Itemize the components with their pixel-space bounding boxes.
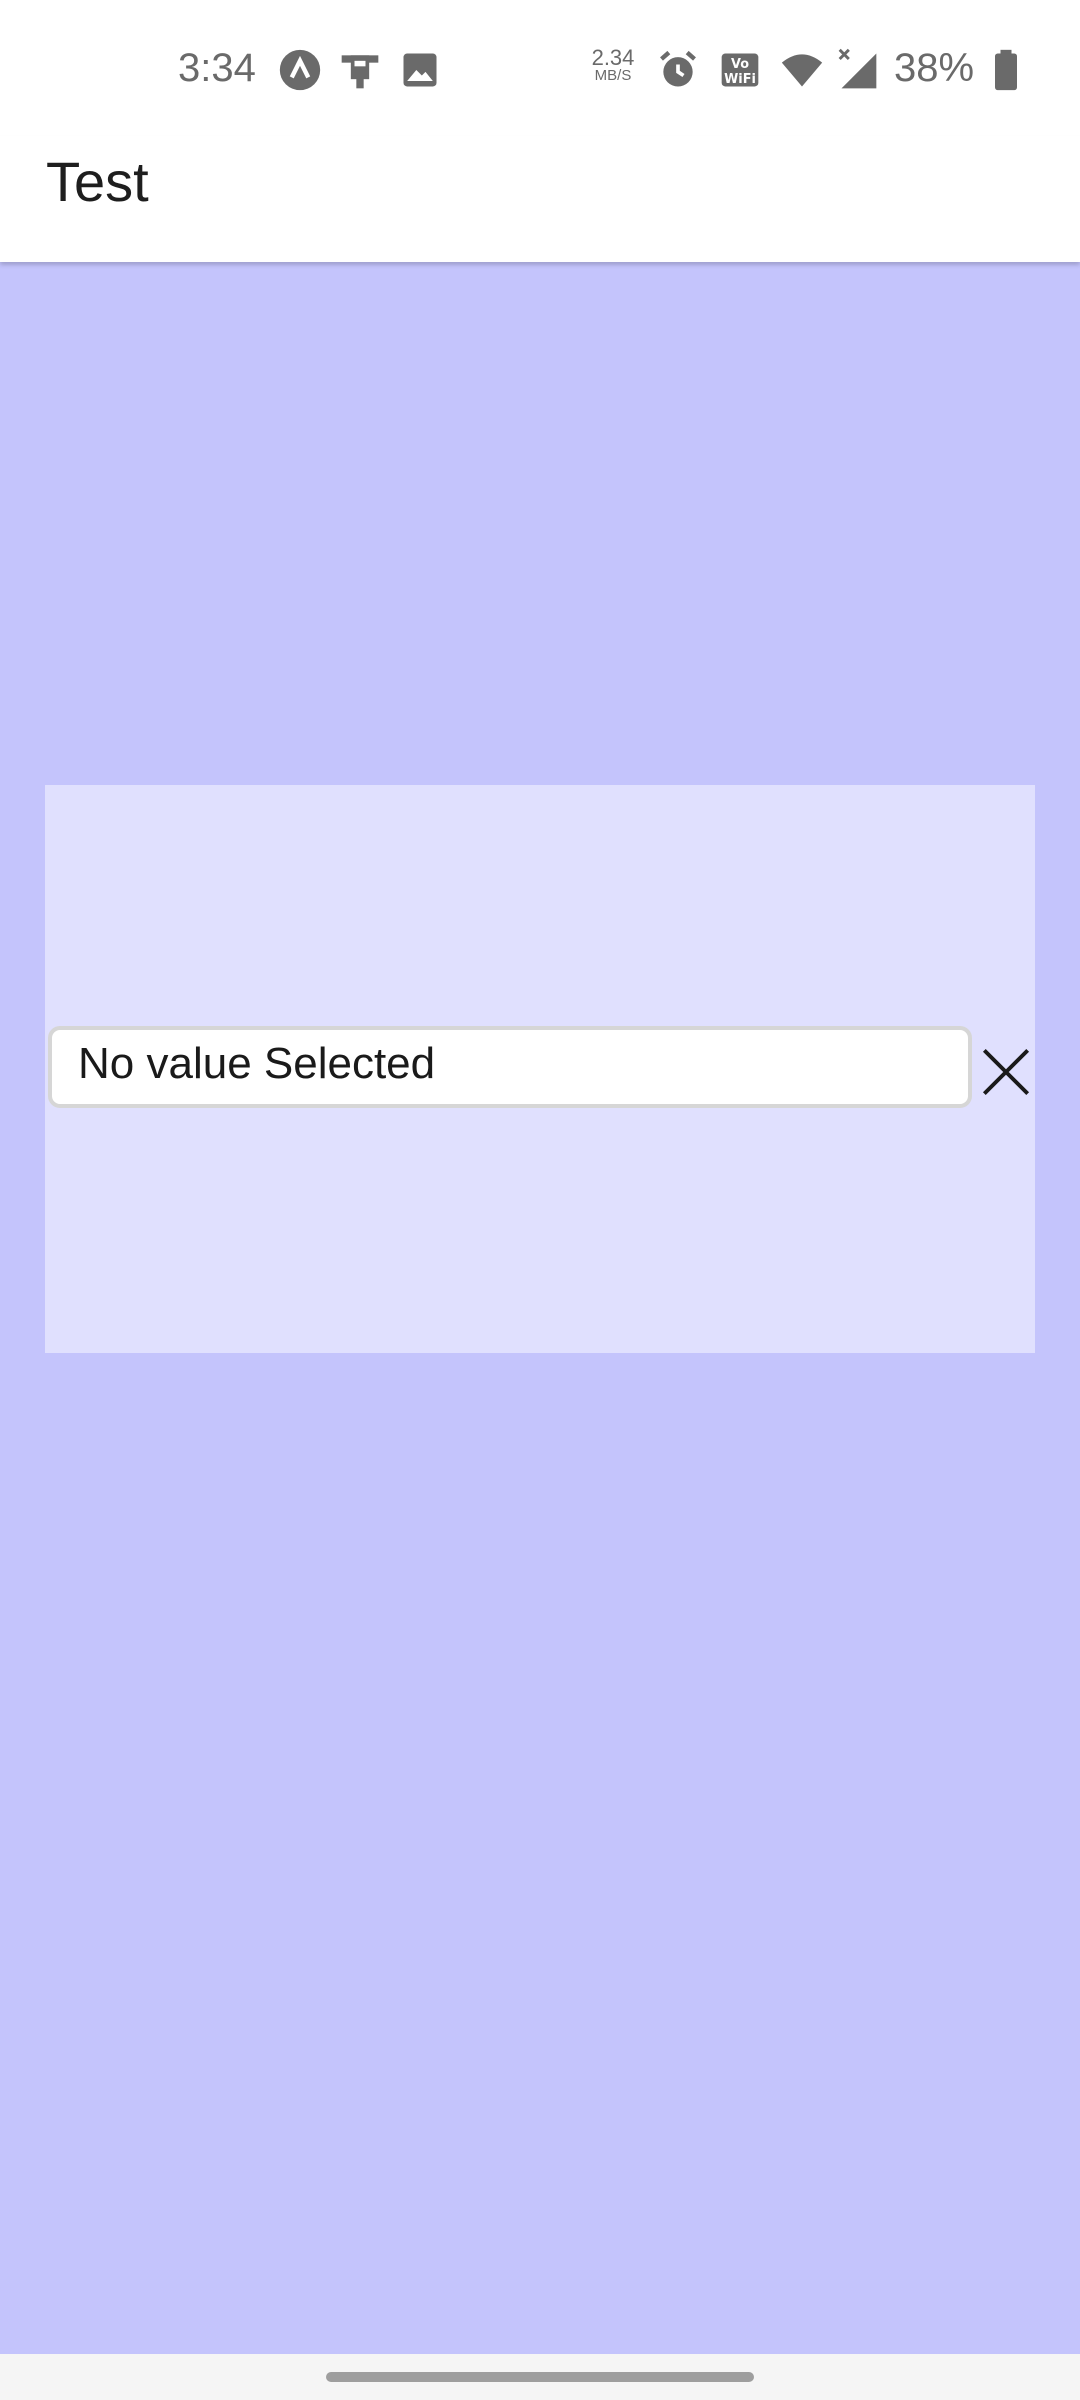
svg-text:Vo: Vo (731, 57, 749, 72)
battery-icon (984, 48, 1028, 92)
app-bar (0, 136, 1080, 262)
app-notification-icon (278, 48, 322, 92)
wifi-icon (780, 48, 824, 92)
network-speed-unit: MB/S (594, 67, 632, 84)
signal-icon (836, 48, 880, 92)
svg-text:WiFi: WiFi (724, 72, 756, 87)
image-icon (398, 48, 442, 92)
vowifi-icon: Vo WiFi (718, 48, 762, 92)
alarm-icon (656, 48, 700, 92)
network-speed: 2.34 MB/S (588, 47, 638, 84)
page-title: Test (46, 150, 149, 213)
cast-icon (338, 48, 382, 92)
gesture-handle[interactable] (326, 2372, 754, 2382)
status-time: 3:34 (178, 46, 256, 90)
value-field-text: No value Selected (78, 1039, 436, 1088)
clear-button[interactable] (980, 1046, 1032, 1098)
close-icon (982, 1048, 1030, 1096)
battery-percent: 38% (894, 46, 975, 90)
